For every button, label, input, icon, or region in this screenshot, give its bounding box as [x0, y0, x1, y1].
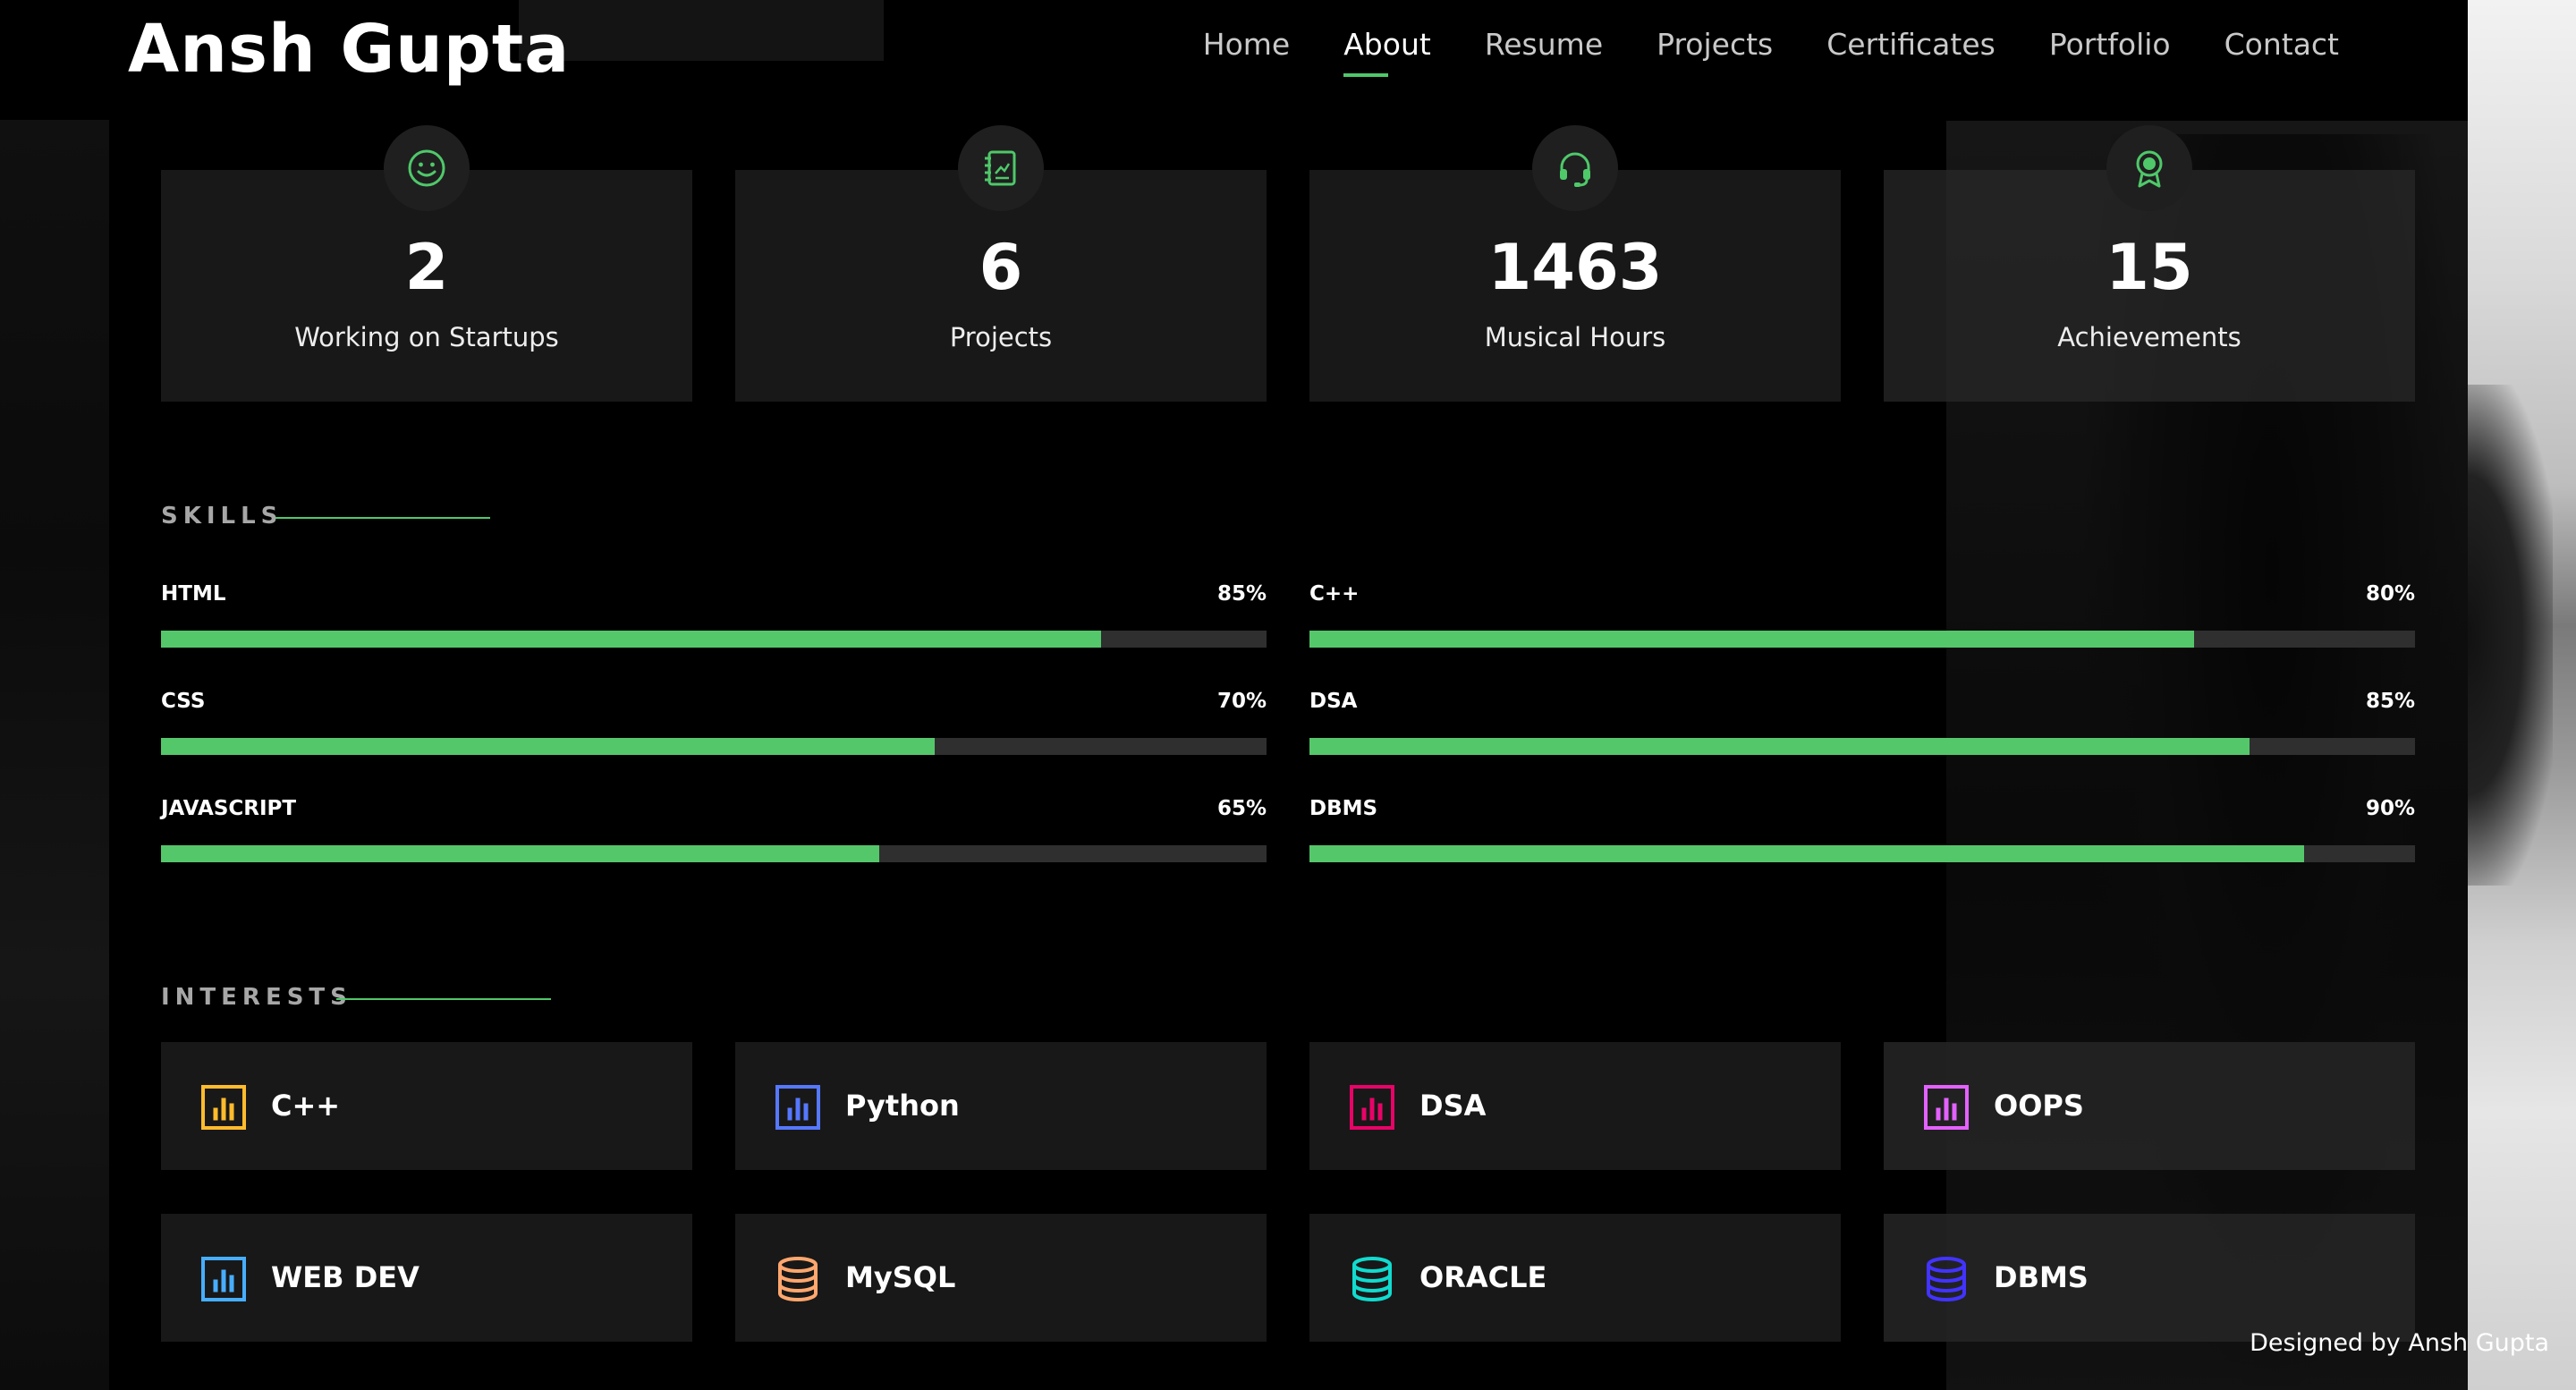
interest-card-python[interactable]: Python: [735, 1042, 1267, 1170]
skill-percent: 80%: [2365, 582, 2415, 606]
skill-percent: 65%: [1216, 797, 1267, 820]
count-label: Achievements: [2057, 322, 2241, 352]
skill-name: JAVASCRIPT: [161, 797, 297, 820]
interest-card-dsa[interactable]: DSA: [1309, 1042, 1841, 1170]
interest-label: Python: [845, 1089, 960, 1123]
skill-name: CSS: [161, 690, 206, 713]
skill-progress-javascript: [161, 845, 1267, 862]
background-photo-left: [0, 0, 109, 1390]
skill-progress-cpp: [1309, 631, 2415, 648]
database-icon: [1352, 1257, 1392, 1301]
interests-title: INTERESTS: [161, 984, 352, 1011]
bar-chart-icon: [201, 1085, 246, 1130]
site-header: Ansh Gupta Home About Resume Projects Ce…: [0, 0, 2468, 120]
interest-label: WEB DEV: [271, 1260, 419, 1294]
interest-label: ORACLE: [1419, 1260, 1547, 1294]
skill-percent: 70%: [1216, 690, 1267, 713]
bar-chart-icon: [1924, 1085, 1969, 1130]
database-icon: [778, 1257, 818, 1301]
count-number: 6: [979, 231, 1023, 304]
background-photo-shadow: [2468, 385, 2553, 886]
interests-title-underline: [336, 998, 551, 1000]
journal-icon: [958, 125, 1044, 211]
interest-label: C++: [271, 1089, 341, 1123]
skill-percent: 90%: [2365, 797, 2415, 820]
skill-name: DSA: [1309, 690, 1358, 713]
nav-home[interactable]: Home: [1203, 27, 1290, 62]
count-number: 1463: [1487, 231, 1663, 304]
nav-about[interactable]: About: [1343, 27, 1431, 77]
nav-portfolio[interactable]: Portfolio: [2049, 27, 2171, 62]
bar-chart-icon: [775, 1085, 820, 1130]
interest-card-oops[interactable]: OOPS: [1884, 1042, 2415, 1170]
skill-progress-fill: [1309, 738, 2250, 755]
bar-chart-icon: [1350, 1085, 1394, 1130]
skill-progress-fill: [161, 845, 880, 862]
count-label: Projects: [949, 322, 1053, 352]
interest-card-web-dev[interactable]: WEB DEV: [161, 1214, 692, 1342]
skill-name: DBMS: [1309, 797, 1378, 820]
award-icon: [2106, 125, 2192, 211]
count-label: Working on Startups: [294, 322, 559, 352]
interest-label: MySQL: [845, 1260, 956, 1294]
skill-progress-html: [161, 631, 1267, 648]
interest-label: DSA: [1419, 1089, 1487, 1123]
skills-title: SKILLS: [161, 503, 284, 530]
bar-chart-icon: [201, 1257, 246, 1301]
footer-credits: Designed by Ansh Gupta: [2250, 1329, 2549, 1357]
count-number: 15: [2106, 231, 2193, 304]
count-number: 2: [404, 231, 449, 304]
skill-progress-dsa: [1309, 738, 2415, 755]
smiley-icon: [384, 125, 470, 211]
interest-card-mysql[interactable]: MySQL: [735, 1214, 1267, 1342]
skill-name: HTML: [161, 582, 226, 606]
skill-progress-dbms: [1309, 845, 2415, 862]
headset-icon: [1532, 125, 1618, 211]
interest-label: OOPS: [1994, 1089, 2084, 1123]
skill-progress-fill: [161, 631, 1101, 648]
header-backdrop-patch: [519, 0, 884, 61]
skill-percent: 85%: [1216, 582, 1267, 606]
skills-title-underline: [275, 517, 490, 519]
main-nav: Home About Resume Projects Certificates …: [1149, 27, 2339, 77]
nav-projects[interactable]: Projects: [1657, 27, 1773, 62]
skill-progress-fill: [1309, 845, 2305, 862]
database-icon: [1927, 1257, 1966, 1301]
interest-card-cpp[interactable]: C++: [161, 1042, 692, 1170]
nav-certificates[interactable]: Certificates: [1826, 27, 1996, 62]
count-label: Musical Hours: [1484, 322, 1666, 352]
nav-resume[interactable]: Resume: [1485, 27, 1603, 62]
interest-card-oracle[interactable]: ORACLE: [1309, 1214, 1841, 1342]
interest-card-dbms[interactable]: DBMS: [1884, 1214, 2415, 1342]
skill-progress-css: [161, 738, 1267, 755]
site-logo[interactable]: Ansh Gupta: [128, 11, 570, 88]
skill-name: C++: [1309, 582, 1360, 606]
nav-contact[interactable]: Contact: [2224, 27, 2339, 62]
interest-label: DBMS: [1994, 1260, 2089, 1294]
skill-progress-fill: [1309, 631, 2194, 648]
skill-percent: 85%: [2365, 690, 2415, 713]
skill-progress-fill: [161, 738, 936, 755]
